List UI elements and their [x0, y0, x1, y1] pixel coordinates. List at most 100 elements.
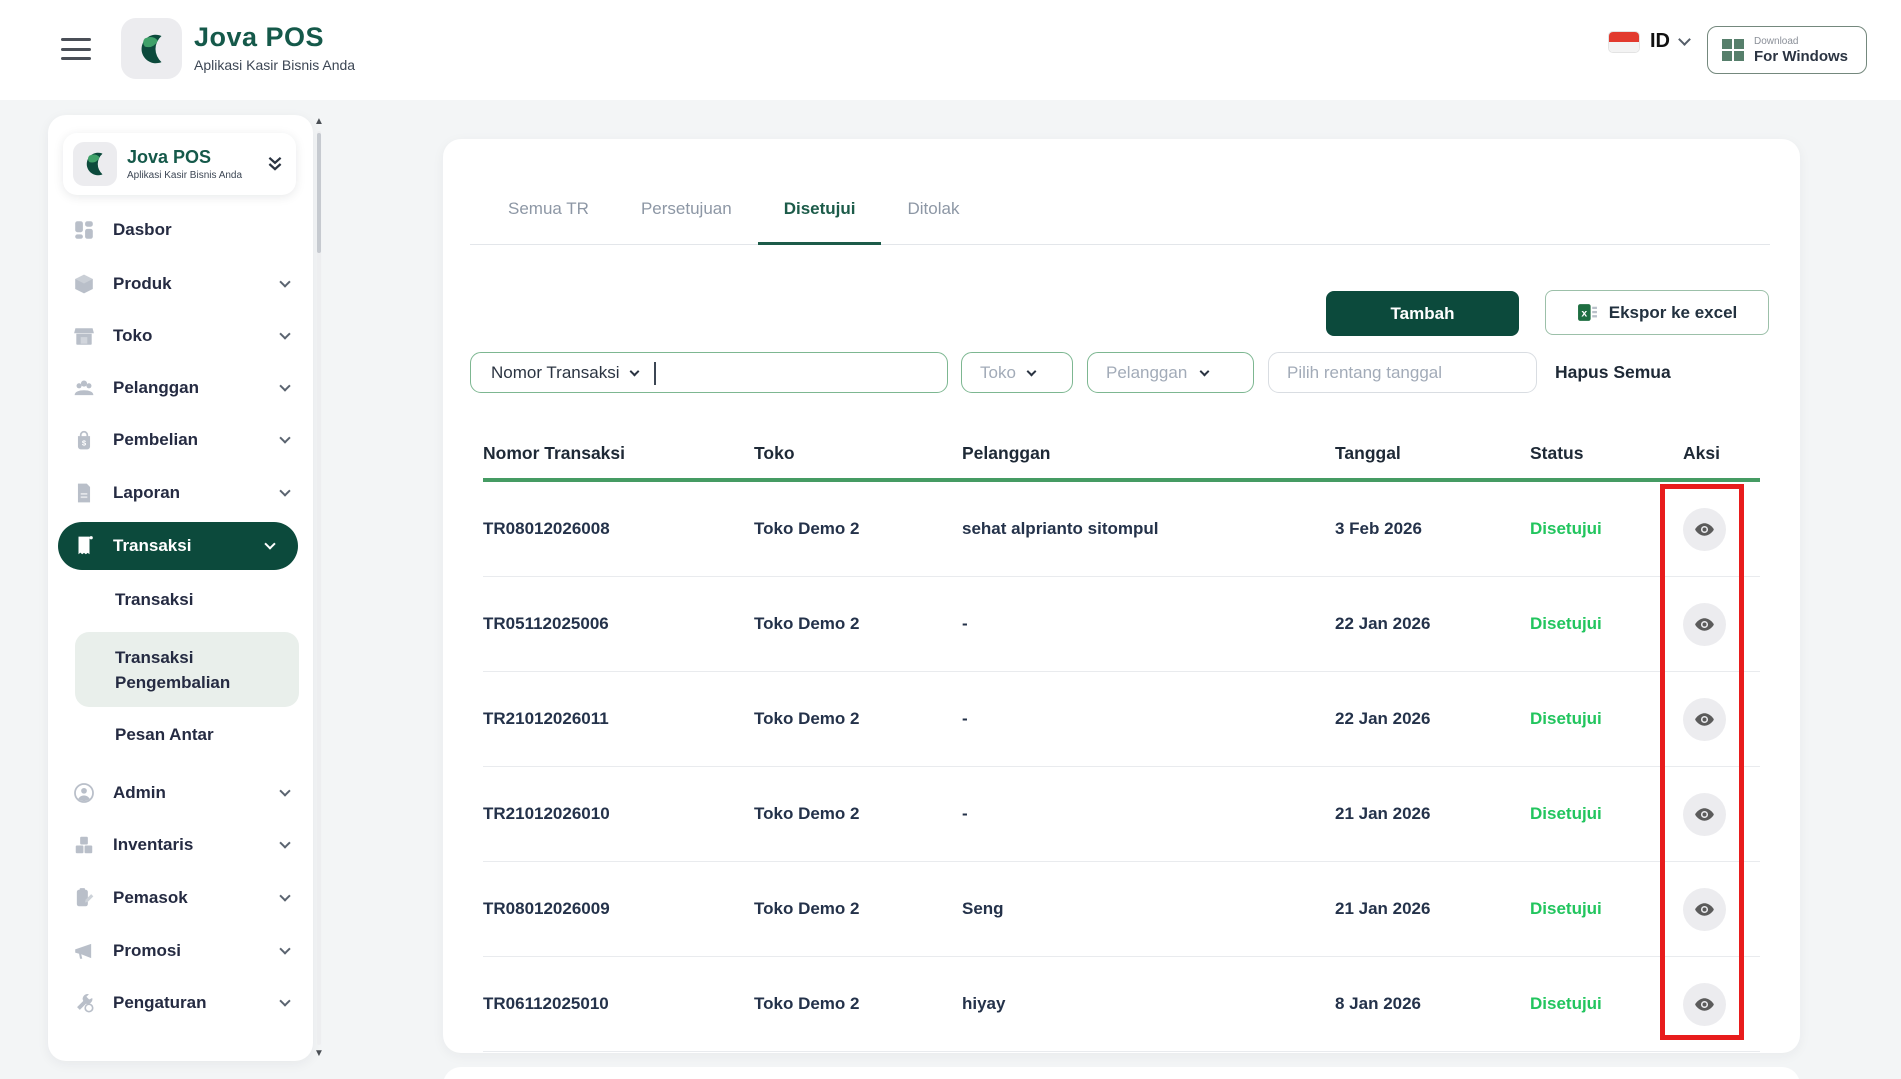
transaction-number-filter[interactable]: Nomor Transaksi [470, 352, 948, 393]
cell-pelanggan: Seng [962, 899, 1004, 918]
tab-bar: Semua TR Persetujuan Disetujui Ditolak [470, 139, 1770, 245]
col-pelanggan: Pelanggan [962, 443, 1051, 463]
sidebar-logo [73, 142, 117, 186]
app-window: Jova POS Aplikasi Kasir Bisnis Anda ID D… [0, 0, 1901, 1079]
cell-nomor-transaksi: TR06112025010 [483, 994, 609, 1013]
sidebar-subitem-pesan-antar[interactable]: Pesan Antar [115, 725, 214, 745]
tab-ditolak[interactable]: Ditolak [881, 199, 985, 245]
sidebar-item-pembelian[interactable]: Pembelian [48, 416, 313, 464]
sidebar-item-dasbor[interactable]: Dasbor [48, 206, 313, 254]
tambah-button[interactable]: Tambah [1326, 291, 1519, 336]
table-row: TR08012026009 Toko Demo 2 Seng 21 Jan 20… [483, 862, 1760, 957]
tab-disetujui[interactable]: Disetujui [757, 199, 882, 245]
date-range-input[interactable]: Pilih rentang tanggal [1268, 352, 1537, 393]
language-selector[interactable]: ID [1608, 30, 1691, 53]
table-row: TR05112025006 Toko Demo 2 - 22 Jan 2026 … [483, 577, 1760, 672]
chevron-down-icon [279, 995, 291, 1007]
cell-toko: Toko Demo 2 [754, 899, 860, 918]
language-code: ID [1650, 30, 1670, 52]
sidebar-subitem-transaksi-pengembalian[interactable]: Transaksi Pengembalian [75, 632, 299, 707]
tab-persetujuan[interactable]: Persetujuan [615, 199, 758, 245]
sidebar-item-admin[interactable]: Admin [48, 769, 313, 817]
sidebar-brand-card[interactable]: Jova POS Aplikasi Kasir Bisnis Anda [63, 133, 296, 195]
table-row: TR21012026010 Toko Demo 2 - 21 Jan 2026 … [483, 767, 1760, 862]
megaphone-icon [73, 940, 95, 962]
view-detail-button[interactable] [1683, 887, 1726, 931]
shopping-bag-icon [73, 429, 95, 451]
content-area: Jova POS Aplikasi Kasir Bisnis Anda Dasb… [0, 100, 1901, 1079]
cell-pelanggan: sehat alprianto sitompul [962, 519, 1159, 538]
cell-nomor-transaksi: TR08012026008 [483, 519, 610, 538]
table-header: Nomor Transaksi Toko Pelanggan Tanggal S… [483, 429, 1760, 482]
col-tanggal: Tanggal [1335, 443, 1401, 463]
cell-toko: Toko Demo 2 [754, 994, 860, 1013]
sidebar-scrollbar[interactable]: ▲ ▼ [311, 115, 327, 1061]
sidebar-item-pemasok[interactable]: Pemasok [48, 874, 313, 922]
download-label-large: For Windows [1754, 47, 1849, 65]
cell-toko: Toko Demo 2 [754, 519, 860, 538]
date-range-placeholder: Pilih rentang tanggal [1287, 362, 1443, 382]
scroll-down-icon[interactable]: ▼ [311, 1047, 327, 1061]
transactions-table: Nomor Transaksi Toko Pelanggan Tanggal S… [483, 429, 1760, 1052]
view-detail-button[interactable] [1683, 507, 1726, 551]
main-panel: Semua TR Persetujuan Disetujui Ditolak T… [443, 139, 1800, 1053]
hamburger-menu-icon[interactable] [61, 34, 91, 64]
view-detail-button[interactable] [1683, 792, 1726, 836]
sidebar-subitem-transaksi[interactable]: Transaksi [115, 590, 193, 610]
wrench-icon [73, 992, 95, 1014]
customer-filter-dropdown[interactable]: Pelanggan [1087, 352, 1254, 393]
view-detail-button[interactable] [1683, 982, 1726, 1026]
brand-text: Jova POS Aplikasi Kasir Bisnis Anda [194, 22, 355, 73]
leaf-logo-icon [133, 30, 171, 68]
cell-nomor-transaksi: TR08012026009 [483, 899, 610, 918]
collapse-double-chevron-icon[interactable] [266, 155, 284, 173]
chevron-down-icon [264, 538, 276, 550]
sidebar-item-transaksi[interactable]: Transaksi [58, 522, 298, 570]
sidebar-item-promosi[interactable]: Promosi [48, 927, 313, 975]
view-detail-button[interactable] [1683, 602, 1726, 646]
table-rows: TR08012026008 Toko Demo 2 sehat alpriant… [483, 482, 1760, 1052]
chevron-down-icon [279, 328, 291, 340]
cell-nomor-transaksi: TR21012026011 [483, 709, 609, 728]
clear-all-filters-button[interactable]: Hapus Semua [1555, 352, 1671, 393]
tab-semua-tr[interactable]: Semua TR [482, 199, 615, 245]
sidebar-brand-tagline: Aplikasi Kasir Bisnis Anda [127, 170, 243, 181]
app-logo [121, 18, 182, 79]
table-row: TR06112025010 Toko Demo 2 hiyay 8 Jan 20… [483, 957, 1760, 1052]
store-filter-dropdown[interactable]: Toko [961, 352, 1073, 393]
chevron-down-icon [1026, 366, 1037, 376]
sidebar-item-inventaris[interactable]: Inventaris [48, 821, 313, 869]
download-for-windows-button[interactable]: Download For Windows [1707, 26, 1867, 74]
sidebar-item-produk[interactable]: Produk [48, 260, 313, 308]
table-row: TR21012026011 Toko Demo 2 - 22 Jan 2026 … [483, 672, 1760, 767]
pagination-card-partial [443, 1067, 1800, 1079]
cell-pelanggan: - [962, 614, 968, 633]
cell-pelanggan: hiyay [962, 994, 1006, 1013]
clipboard-pencil-icon [73, 887, 95, 909]
cell-tanggal: 21 Jan 2026 [1335, 899, 1431, 918]
export-excel-button[interactable]: Ekspor ke excel [1545, 290, 1769, 335]
cell-status: Disetujui [1530, 804, 1602, 823]
eye-icon [1693, 898, 1716, 921]
col-status: Status [1530, 443, 1584, 463]
chevron-down-icon [279, 485, 291, 497]
cell-status: Disetujui [1530, 519, 1602, 538]
excel-icon [1577, 302, 1598, 323]
user-circle-icon [73, 782, 95, 804]
col-toko: Toko [754, 443, 795, 463]
store-icon [73, 325, 95, 347]
table-row: TR08012026008 Toko Demo 2 sehat alpriant… [483, 482, 1760, 577]
chevron-down-icon [279, 785, 291, 797]
top-header: Jova POS Aplikasi Kasir Bisnis Anda ID D… [0, 0, 1901, 100]
sidebar-item-laporan[interactable]: Laporan [48, 469, 313, 517]
view-detail-button[interactable] [1683, 697, 1726, 741]
sidebar: Jova POS Aplikasi Kasir Bisnis Anda Dasb… [48, 115, 313, 1061]
chevron-down-icon [279, 380, 291, 392]
sidebar-item-pelanggan[interactable]: Pelanggan [48, 364, 313, 412]
scroll-up-icon[interactable]: ▲ [311, 115, 327, 129]
scrollbar-thumb[interactable] [317, 133, 321, 253]
sidebar-item-toko[interactable]: Toko [48, 312, 313, 360]
sidebar-item-pengaturan[interactable]: Pengaturan [48, 979, 313, 1027]
cell-toko: Toko Demo 2 [754, 709, 860, 728]
cell-tanggal: 22 Jan 2026 [1335, 614, 1431, 633]
